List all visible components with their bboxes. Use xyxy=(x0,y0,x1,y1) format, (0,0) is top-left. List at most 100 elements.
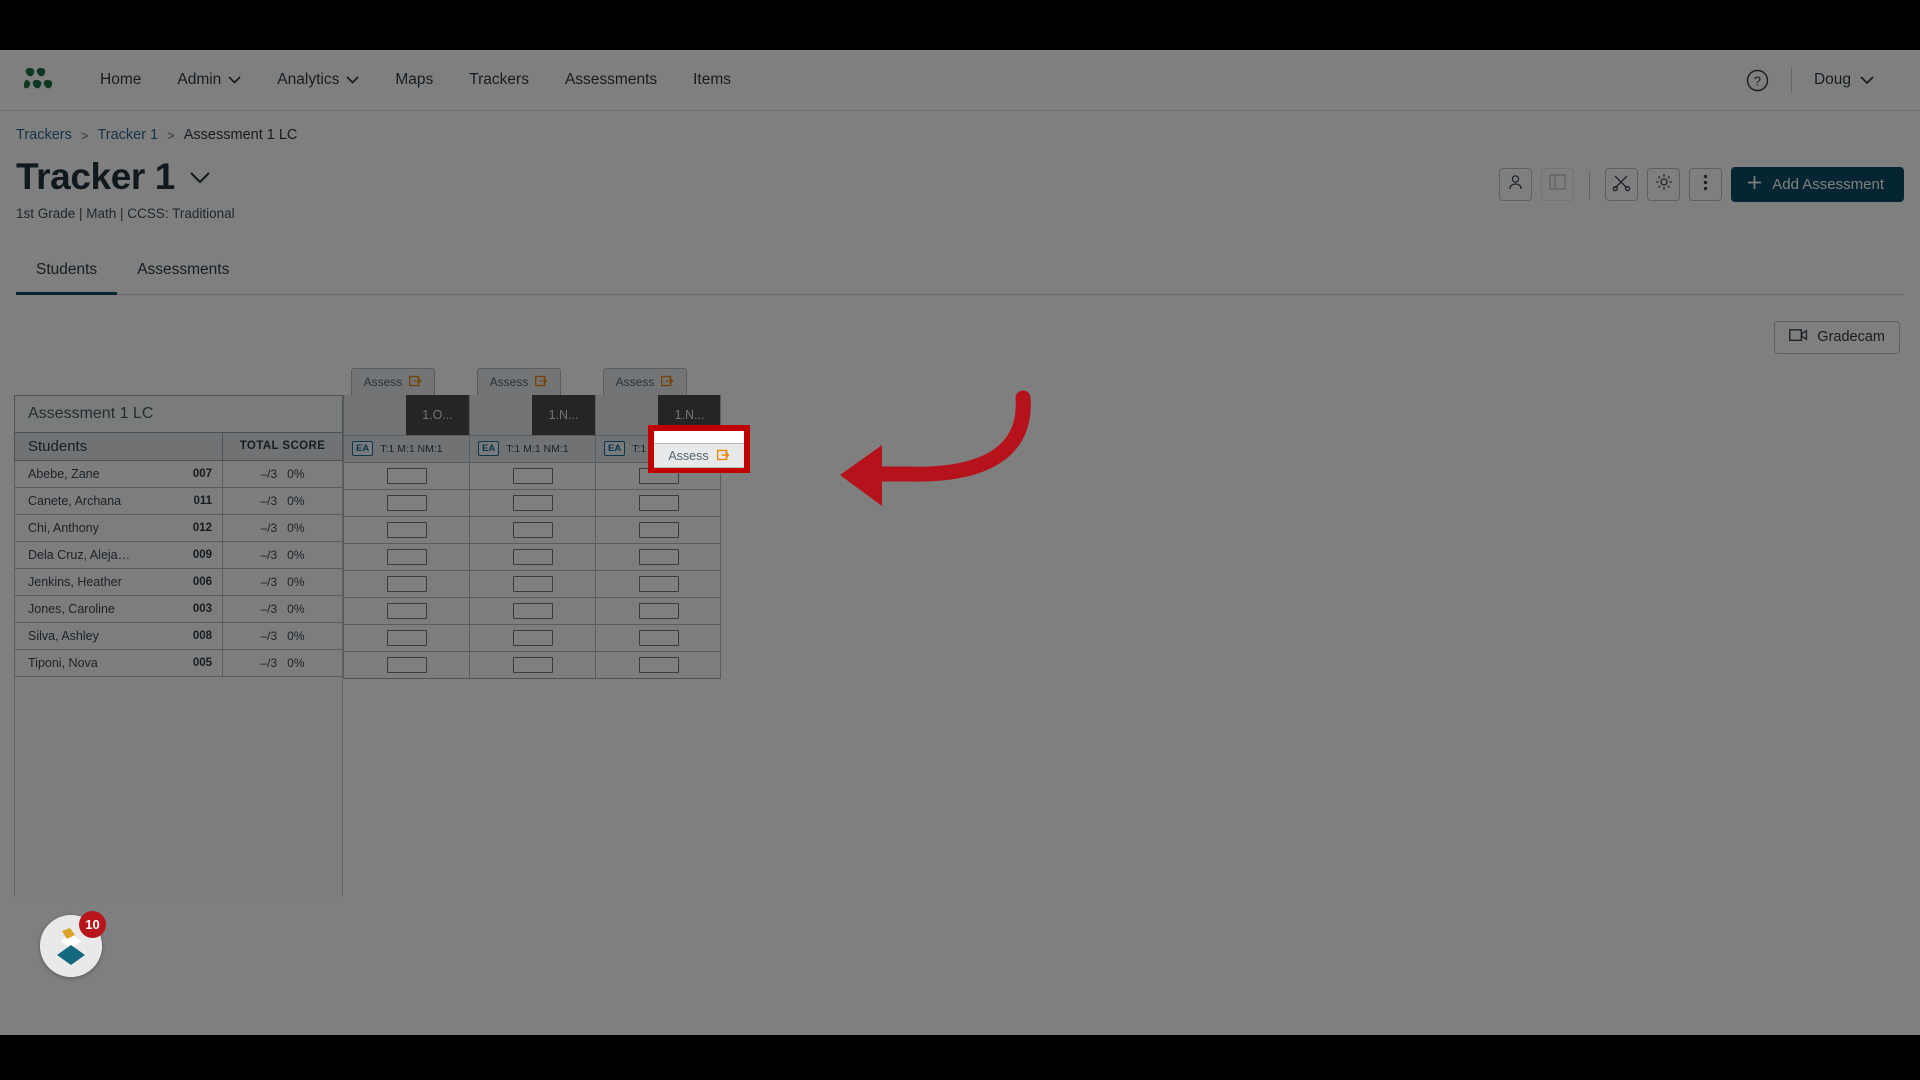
score-input[interactable] xyxy=(386,467,427,484)
breadcrumb-separator-icon: > xyxy=(80,127,89,143)
nav-item-maps[interactable]: Maps xyxy=(377,50,451,111)
score-cell[interactable] xyxy=(469,462,595,490)
score-input[interactable] xyxy=(512,521,553,538)
score-cell[interactable] xyxy=(343,651,469,679)
score-cell[interactable] xyxy=(469,597,595,625)
breadcrumb-item-trackers[interactable]: Trackers xyxy=(16,127,72,143)
highlighted-assess-button[interactable]: Assess xyxy=(654,443,744,468)
roster-button[interactable] xyxy=(1499,168,1533,201)
score-cell[interactable] xyxy=(595,570,721,598)
ea-chip: EA xyxy=(478,440,500,457)
nav-item-trackers[interactable]: Trackers xyxy=(451,50,547,111)
nav-item-items[interactable]: Items xyxy=(675,50,749,111)
score-cell[interactable] xyxy=(343,597,469,625)
total-score-column-header[interactable]: TOTAL SCORE xyxy=(222,432,342,460)
nav-item-assessments[interactable]: Assessments xyxy=(547,50,675,111)
score-cell[interactable] xyxy=(595,624,721,652)
tab-label: Assessments xyxy=(137,260,230,278)
score-cell[interactable] xyxy=(343,489,469,517)
more-options-button[interactable] xyxy=(1689,168,1723,201)
tools-button[interactable] xyxy=(1605,168,1639,201)
score-input[interactable] xyxy=(512,467,553,484)
table-row[interactable]: Tiponi, Nova 005 –/3 0% xyxy=(14,649,343,677)
nav-item-admin[interactable]: Admin xyxy=(159,50,259,111)
score-cell[interactable] xyxy=(595,597,721,625)
score-input[interactable] xyxy=(512,575,553,592)
score-input[interactable] xyxy=(638,548,679,565)
panel-toggle-button[interactable] xyxy=(1541,168,1575,201)
score-cell[interactable] xyxy=(469,570,595,598)
score-cell[interactable] xyxy=(343,516,469,544)
gradecam-button[interactable]: Gradecam xyxy=(1774,320,1900,354)
user-menu[interactable]: Doug xyxy=(1800,71,1896,89)
score-input[interactable] xyxy=(512,656,553,673)
breadcrumb-item-tracker-1[interactable]: Tracker 1 xyxy=(97,127,158,143)
score-cell[interactable] xyxy=(595,651,721,679)
table-row[interactable]: Canete, Archana 011 –/3 0% xyxy=(14,487,343,515)
standard-badge[interactable]: 1.N... xyxy=(532,394,595,435)
ea-chip: EA xyxy=(352,440,374,457)
sidebar-panel-icon xyxy=(1549,174,1566,195)
score-input[interactable] xyxy=(638,494,679,511)
assess-label: Assess xyxy=(668,448,709,463)
student-percent: 0% xyxy=(287,628,305,643)
gradecam-row: Gradecam xyxy=(0,295,1920,354)
table-row[interactable]: Silva, Ashley 008 –/3 0% xyxy=(14,622,343,650)
score-input[interactable] xyxy=(638,575,679,592)
table-row[interactable]: Dela Cruz, Aleja… 009 –/3 0% xyxy=(14,541,343,569)
chevron-down-icon[interactable] xyxy=(189,171,211,184)
score-input[interactable] xyxy=(386,656,427,673)
score-cell[interactable] xyxy=(469,543,595,571)
score-cell[interactable] xyxy=(595,516,721,544)
column-meta-text: T:1 M:1 NM:1 xyxy=(506,442,569,455)
score-cell[interactable] xyxy=(595,543,721,571)
nav-item-analytics[interactable]: Analytics xyxy=(259,50,377,111)
add-assessment-button[interactable]: Add Assessment xyxy=(1731,167,1904,202)
assessment-name-cell[interactable]: Assessment 1 LC xyxy=(14,394,343,433)
table-row[interactable]: Abebe, Zane 007 –/3 0% xyxy=(14,460,343,488)
score-input[interactable] xyxy=(386,575,427,592)
score-input[interactable] xyxy=(512,548,553,565)
score-input[interactable] xyxy=(386,521,427,538)
table-row[interactable]: Jenkins, Heather 006 –/3 0% xyxy=(14,568,343,596)
student-percent: 0% xyxy=(287,466,305,481)
table-row[interactable]: Chi, Anthony 012 –/3 0% xyxy=(14,514,343,542)
app-logo-icon[interactable] xyxy=(24,67,58,93)
score-cell[interactable] xyxy=(469,651,595,679)
score-input[interactable] xyxy=(638,656,679,673)
settings-button[interactable] xyxy=(1647,168,1681,201)
score-cell[interactable] xyxy=(343,462,469,490)
score-input[interactable] xyxy=(512,494,553,511)
score-cell[interactable] xyxy=(469,624,595,652)
score-input[interactable] xyxy=(512,629,553,646)
tab-assessments[interactable]: Assessments xyxy=(117,251,249,295)
tab-students[interactable]: Students xyxy=(16,251,118,295)
assess-button[interactable]: Assess xyxy=(351,367,435,395)
page-title-text: Tracker 1 xyxy=(16,156,175,197)
header-actions: Add Assessment xyxy=(1499,157,1904,202)
floating-help-widget[interactable]: 10 xyxy=(40,911,106,977)
standard-badge[interactable]: 1.O... xyxy=(406,394,469,435)
score-cell[interactable] xyxy=(343,543,469,571)
score-cell[interactable] xyxy=(343,570,469,598)
score-input[interactable] xyxy=(638,629,679,646)
score-input[interactable] xyxy=(386,629,427,646)
score-cell[interactable] xyxy=(595,489,721,517)
nav-item-home[interactable]: Home xyxy=(82,50,159,111)
assess-button[interactable]: Assess xyxy=(477,367,561,395)
score-input[interactable] xyxy=(386,548,427,565)
score-cell[interactable] xyxy=(469,489,595,517)
question-circle-icon[interactable]: ? xyxy=(1732,69,1783,92)
score-input[interactable] xyxy=(386,494,427,511)
score-input[interactable] xyxy=(638,521,679,538)
score-cell[interactable] xyxy=(469,516,595,544)
table-row[interactable]: Jones, Caroline 003 –/3 0% xyxy=(14,595,343,623)
student-name: Silva, Ashley xyxy=(28,628,99,643)
score-input[interactable] xyxy=(512,602,553,619)
assess-label: Assess xyxy=(489,374,529,389)
score-input[interactable] xyxy=(638,602,679,619)
score-cell[interactable] xyxy=(343,624,469,652)
score-input[interactable] xyxy=(386,602,427,619)
students-column-header[interactable]: Students xyxy=(15,432,222,460)
assess-button[interactable]: Assess xyxy=(603,367,687,395)
